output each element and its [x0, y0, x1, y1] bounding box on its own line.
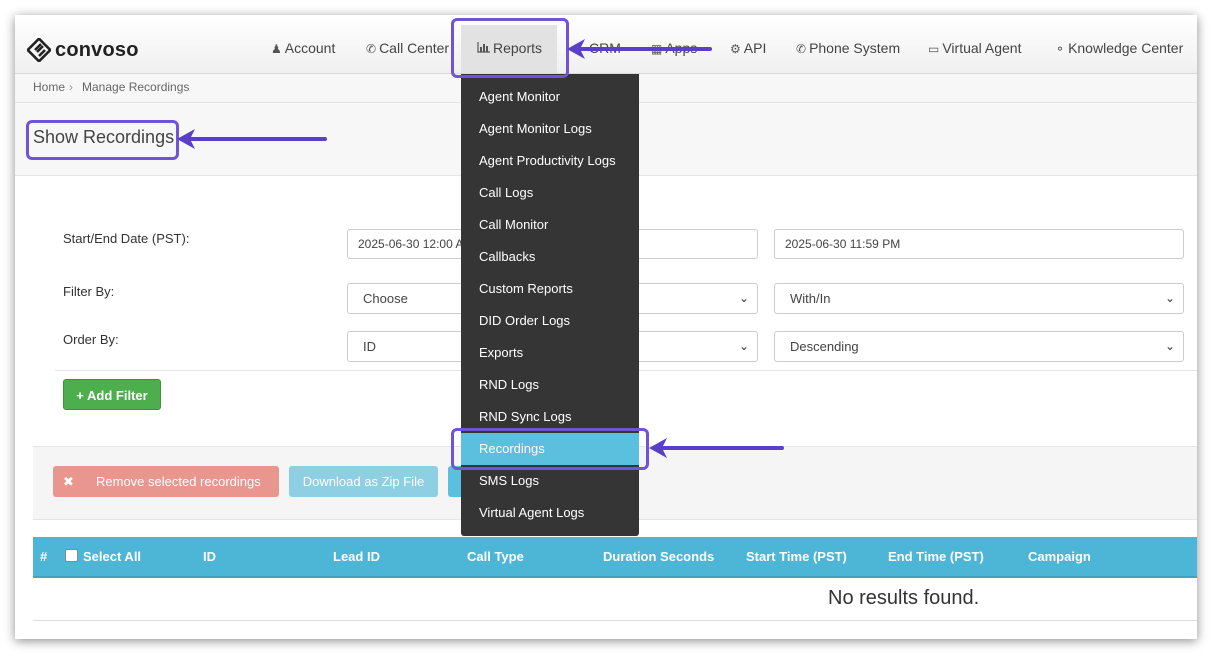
menu-item-did-order-logs[interactable]: DID Order Logs — [461, 305, 639, 337]
nav-virtual-agent[interactable]: ▭ Virtual Agent — [928, 33, 1021, 63]
end-date-input[interactable]: 2025-06-30 11:59 PM — [774, 229, 1184, 259]
chevron-down-icon: ⌄ — [1164, 339, 1175, 353]
filter-operator-value: With/In — [790, 291, 831, 306]
col-campaign[interactable]: Campaign — [1028, 537, 1091, 576]
close-icon: ✖ — [63, 474, 74, 489]
table-header: # Select All ID Lead ID Call Type Durati… — [33, 537, 1197, 578]
nav-knowledge-center-label: Knowledge Center — [1068, 40, 1184, 56]
filter-label: Filter By: — [63, 284, 115, 299]
nav-call-center[interactable]: ✆ Call Center — [366, 33, 449, 63]
phone-icon: ✆ — [366, 42, 377, 56]
order-direction-value: Descending — [790, 339, 859, 354]
nav-account[interactable]: ♟ Account — [271, 33, 335, 63]
arrow-to-reports-icon — [567, 39, 712, 59]
menu-item-virtual-agent-logs[interactable]: Virtual Agent Logs — [461, 497, 639, 529]
nav-knowledge-center[interactable]: ⚬ Knowledge Center — [1055, 33, 1183, 63]
recordings-menu-highlight — [451, 428, 649, 470]
nav-virtual-agent-label: Virtual Agent — [942, 40, 1022, 56]
col-start-time[interactable]: Start Time (PST) — [746, 537, 847, 576]
nav-phone-system[interactable]: ✆ Phone System — [796, 33, 900, 63]
monitor-icon: ▭ — [928, 42, 940, 56]
filter-field-value: Choose — [363, 291, 408, 306]
menu-item-agent-productivity-logs[interactable]: Agent Productivity Logs — [461, 145, 639, 177]
col-lead-id[interactable]: Lead ID — [333, 537, 380, 576]
menu-item-exports[interactable]: Exports — [461, 337, 639, 369]
breadcrumb-separator: › — [69, 80, 73, 94]
user-icon: ♟ — [271, 42, 282, 56]
convoso-logo-icon — [27, 38, 51, 62]
page-title-highlight — [26, 120, 179, 160]
menu-item-agent-monitor-logs[interactable]: Agent Monitor Logs — [461, 113, 639, 145]
nav-phone-system-label: Phone System — [809, 40, 901, 56]
order-label: Order By: — [63, 332, 119, 347]
nav-call-center-label: Call Center — [379, 40, 450, 56]
table-bottom-border — [33, 620, 1197, 621]
arrow-to-title-icon — [177, 129, 327, 149]
chevron-down-icon: ⌄ — [1164, 291, 1175, 305]
reports-nav-highlight — [451, 18, 569, 78]
chevron-down-icon: ⌄ — [738, 339, 749, 353]
nav-api[interactable]: ⚙ API — [730, 33, 766, 63]
nav-api-label: API — [743, 40, 767, 56]
select-all-label: Select All — [83, 549, 142, 564]
breadcrumb-current: Manage Recordings — [82, 80, 190, 94]
menu-item-call-monitor[interactable]: Call Monitor — [461, 209, 639, 241]
lightbulb-icon: ⚬ — [1055, 42, 1066, 56]
col-end-time[interactable]: End Time (PST) — [888, 537, 984, 576]
remove-recordings-label: Remove selected recordings — [96, 474, 261, 489]
convoso-logo[interactable]: convoso — [27, 35, 139, 65]
breadcrumb-home[interactable]: Home — [33, 74, 65, 100]
col-duration[interactable]: Duration Seconds — [603, 537, 714, 576]
select-all-checkbox[interactable] — [65, 549, 78, 562]
date-label: Start/End Date (PST): — [63, 231, 190, 246]
phone-icon: ✆ — [796, 42, 807, 56]
col-index: # — [40, 549, 48, 564]
nav-account-label: Account — [284, 40, 336, 56]
menu-item-custom-reports[interactable]: Custom Reports — [461, 273, 639, 305]
menu-item-agent-monitor[interactable]: Agent Monitor — [461, 81, 639, 113]
col-select-all[interactable]: Select All — [65, 537, 141, 576]
chevron-down-icon: ⌄ — [738, 291, 749, 305]
app-window: convoso ♟Account ✆Call Center Reports CR… — [15, 15, 1197, 639]
remove-recordings-button[interactable]: ✖ Remove selected recordings — [53, 466, 279, 497]
empty-table-message: No results found. — [828, 587, 980, 609]
menu-item-call-logs[interactable]: Call Logs — [461, 177, 639, 209]
col-id[interactable]: ID — [203, 537, 216, 576]
menu-item-rnd-logs[interactable]: RND Logs — [461, 369, 639, 401]
add-filter-button[interactable]: + Add Filter — [63, 379, 161, 410]
order-field-value: ID — [363, 339, 376, 354]
order-direction-select[interactable]: Descending ⌄ — [774, 331, 1184, 362]
gear-icon: ⚙ — [730, 42, 741, 56]
logo-text: convoso — [55, 38, 139, 61]
filter-operator-select[interactable]: With/In ⌄ — [774, 283, 1184, 314]
col-call-type[interactable]: Call Type — [467, 537, 524, 576]
download-zip-button[interactable]: Download as Zip File — [289, 466, 438, 497]
menu-item-callbacks[interactable]: Callbacks — [461, 241, 639, 273]
arrow-to-recordings-icon — [649, 438, 784, 458]
